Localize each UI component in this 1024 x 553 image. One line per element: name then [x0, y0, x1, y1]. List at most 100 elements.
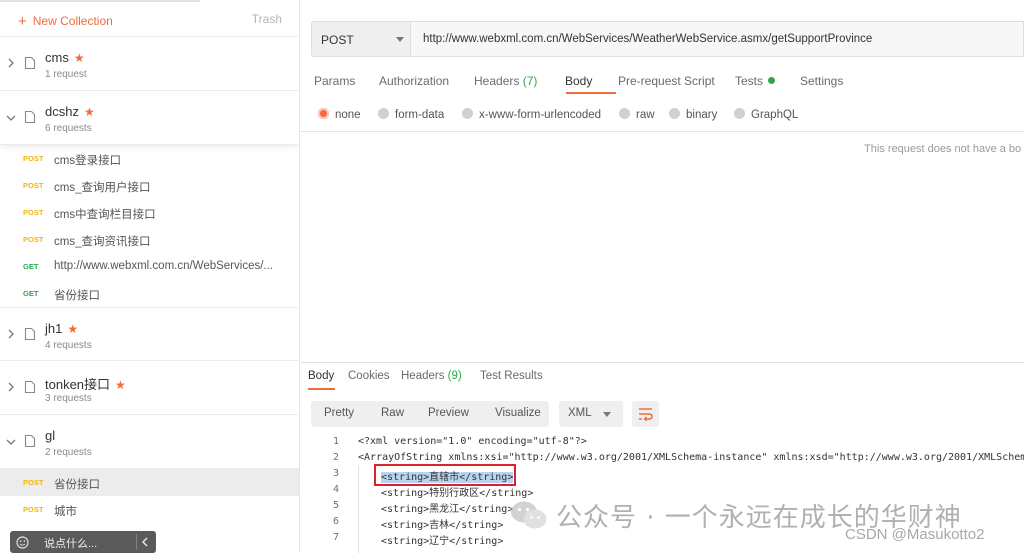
- radio-dot: [619, 108, 630, 119]
- chevron-down-icon: [6, 439, 16, 445]
- request-name: cms中查询栏目接口: [54, 209, 156, 221]
- line-number: 2: [332, 452, 339, 463]
- method-badge: POST: [23, 154, 44, 163]
- tab-prerequest-script[interactable]: Pre-request Script: [618, 74, 715, 88]
- request-item[interactable]: POST cms中查询栏目接口: [0, 199, 299, 226]
- response-tab-body[interactable]: Body: [308, 370, 334, 382]
- chevron-right-icon: [8, 329, 14, 339]
- collection-dcshz[interactable]: dcshz ★ 6 requests: [0, 91, 299, 145]
- collection-name: tonken接口: [45, 377, 111, 392]
- request-name: cms登录接口: [54, 155, 122, 167]
- line-number: 3: [332, 468, 339, 479]
- radio-x-www-form-urlencoded[interactable]: x-www-form-urlencoded: [462, 107, 601, 121]
- pretty-button[interactable]: Pretty: [324, 407, 354, 419]
- chevron-left-icon[interactable]: [141, 537, 149, 547]
- collection-request-count: 2 requests: [45, 447, 92, 458]
- radio-label: raw: [636, 109, 655, 121]
- collection-cms[interactable]: cms ★ 1 request: [0, 37, 299, 91]
- line-text: <?xml version="1.0" encoding="utf-8"?>: [358, 436, 587, 447]
- radio-none[interactable]: none: [318, 107, 361, 121]
- tab-headers[interactable]: Headers (7): [474, 74, 537, 88]
- collection-folder-icon: [24, 110, 36, 124]
- request-item[interactable]: POST cms登录接口: [0, 145, 299, 172]
- caret-down-icon: [396, 37, 404, 42]
- annotation-highlight-box: [374, 464, 516, 486]
- collection-jh1[interactable]: jh1 ★ 4 requests: [0, 307, 299, 361]
- request-item[interactable]: POST 城市: [0, 496, 299, 523]
- raw-button[interactable]: Raw: [381, 407, 404, 419]
- radio-label: binary: [686, 109, 718, 121]
- line-text: <string>特别行政区</string>: [381, 488, 534, 499]
- url-input[interactable]: http://www.webxml.com.cn/WebServices/Wea…: [411, 21, 1024, 57]
- request-item[interactable]: POST cms_查询用户接口: [0, 172, 299, 199]
- method-select-value: POST: [321, 33, 354, 47]
- request-name: cms_查询资讯接口: [54, 236, 151, 248]
- tab-tests-label: Tests: [735, 74, 764, 88]
- sidebar-header: + New Collection Trash: [0, 0, 299, 37]
- response-tab-cookies[interactable]: Cookies: [348, 370, 390, 382]
- star-icon: ★: [115, 378, 126, 392]
- method-badge: GET: [23, 289, 39, 298]
- request-name: 省份接口: [54, 479, 100, 491]
- response-tab-headers-label: Headers: [401, 370, 445, 382]
- request-item[interactable]: GET 省份接口: [0, 280, 299, 307]
- csdn-watermark: CSDN @Masukotto2: [845, 526, 985, 543]
- method-select[interactable]: POST: [311, 21, 411, 57]
- format-select[interactable]: XML: [559, 401, 623, 427]
- method-badge: POST: [23, 235, 44, 244]
- request-item-active[interactable]: POST 省份接口: [0, 469, 299, 496]
- wrap-lines-button[interactable]: [632, 401, 659, 427]
- tab-authorization[interactable]: Authorization: [379, 74, 449, 88]
- request-item[interactable]: GET http://www.webxml.com.cn/WebServices…: [0, 253, 299, 280]
- collection-request-count: 6 requests: [45, 123, 92, 134]
- sidebar: + New Collection Trash cms ★ 1 request dcs…: [0, 0, 300, 553]
- response-divider[interactable]: [301, 362, 1024, 363]
- preview-button[interactable]: Preview: [428, 407, 469, 419]
- method-badge: POST: [23, 478, 44, 487]
- tooltip-divider: [136, 534, 137, 550]
- collection-gl[interactable]: gl 2 requests: [0, 415, 299, 469]
- sidebar-bottom: 说点什么...: [0, 531, 299, 553]
- collection-request-count: 1 request: [45, 69, 87, 80]
- tab-tests[interactable]: Tests: [735, 74, 776, 88]
- method-badge: POST: [23, 505, 44, 514]
- code-line: 1 <?xml version="1.0" encoding="utf-8"?>: [301, 434, 1024, 450]
- radio-form-data[interactable]: form-data: [378, 107, 444, 121]
- collection-folder-icon: [24, 380, 36, 394]
- collection-tonken[interactable]: tonken接口 ★ 3 requests: [0, 361, 299, 415]
- tab-body[interactable]: Body: [565, 74, 592, 88]
- format-toggle-group: Pretty Raw Preview Visualize: [311, 401, 549, 427]
- request-item[interactable]: POST cms_查询资讯接口: [0, 226, 299, 253]
- response-tab-headers[interactable]: Headers (9): [401, 370, 462, 382]
- main-panel: POST http://www.webxml.com.cn/WebService…: [301, 0, 1024, 553]
- wrap-lines-icon: [639, 408, 653, 421]
- radio-raw[interactable]: raw: [619, 107, 655, 121]
- star-icon: ★: [67, 322, 79, 336]
- comment-tooltip[interactable]: 说点什么...: [10, 531, 156, 553]
- response-tab-test-results[interactable]: Test Results: [480, 370, 543, 382]
- radio-dot: [734, 108, 745, 119]
- tab-params[interactable]: Params: [314, 74, 355, 88]
- method-badge: POST: [23, 181, 44, 190]
- radio-binary[interactable]: binary: [669, 107, 717, 121]
- line-number: 4: [332, 484, 339, 495]
- line-number: 1: [332, 436, 339, 447]
- trash-link[interactable]: Trash: [252, 12, 282, 26]
- visualize-button[interactable]: Visualize: [495, 407, 541, 419]
- line-number: 5: [332, 500, 339, 511]
- new-collection-button[interactable]: + New Collection: [18, 12, 113, 30]
- collection-name: cms: [45, 50, 69, 65]
- tests-status-dot: [768, 77, 776, 84]
- star-icon: ★: [83, 105, 95, 119]
- url-bar: POST http://www.webxml.com.cn/WebService…: [311, 21, 1024, 57]
- tab-settings[interactable]: Settings: [800, 74, 843, 88]
- collection-request-count: 3 requests: [45, 393, 92, 404]
- radio-label: form-data: [395, 109, 445, 121]
- collection-name: dcshz: [45, 104, 79, 119]
- line-number: 6: [332, 516, 339, 527]
- new-collection-label: New Collection: [32, 14, 113, 28]
- request-name: http://www.webxml.com.cn/WebServices/...: [54, 260, 273, 272]
- chevron-right-icon: [8, 58, 14, 68]
- radio-graphql[interactable]: GraphQL: [734, 107, 798, 121]
- star-icon: ★: [73, 51, 85, 65]
